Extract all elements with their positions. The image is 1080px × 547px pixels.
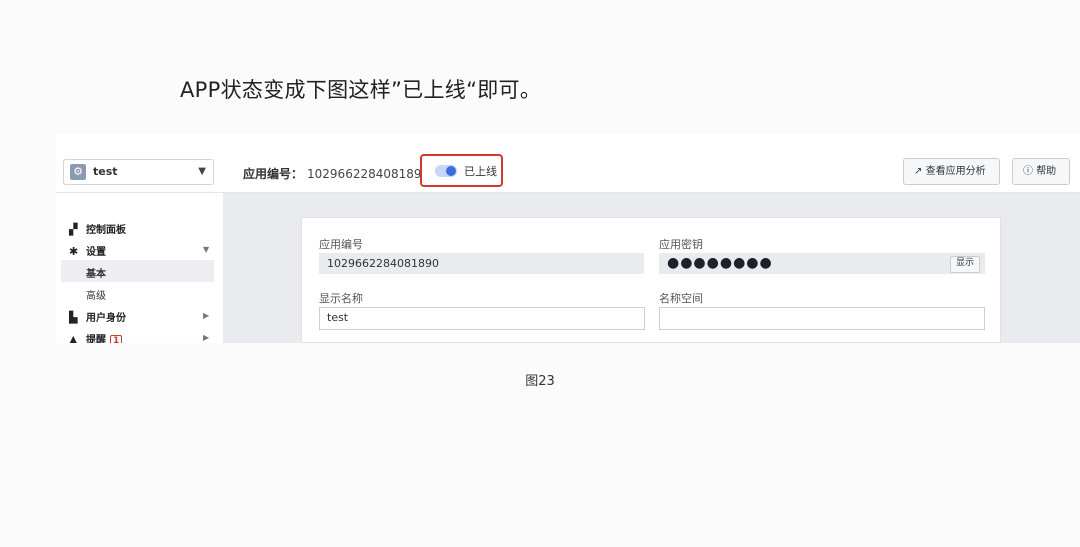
gear-icon: ✱ xyxy=(69,245,79,258)
sidebar-item-roles[interactable]: ▙ 用户身份 xyxy=(69,309,126,324)
app-secret-field-label: 应用密钥 xyxy=(659,238,703,251)
sidebar-item-alerts[interactable]: ▲ 提醒 1 xyxy=(69,331,123,343)
sidebar-item-label: 提醒 xyxy=(86,335,106,343)
chevron-right-icon: ▶ xyxy=(203,311,210,320)
app-selector[interactable]: ⚙ test ▼ xyxy=(63,159,214,185)
display-name-label: 显示名称 xyxy=(319,292,363,305)
trend-up-icon: ↗ xyxy=(914,166,923,177)
app-icon: ⚙ xyxy=(70,164,86,180)
bell-icon: ▲ xyxy=(69,333,78,343)
app-selector-name: test xyxy=(93,165,118,178)
instruction-heading: APP状态变成下图这样”已上线“即可。 xyxy=(180,78,542,102)
display-name-input[interactable]: test xyxy=(319,307,645,330)
app-id-label: 应用编号： xyxy=(243,167,304,181)
sidebar-item-label: 控制面板 xyxy=(86,225,126,236)
sidebar-item-settings[interactable]: ✱ 设置 xyxy=(69,243,106,258)
sidebar-item-advanced[interactable]: 高级 xyxy=(86,287,106,302)
help-label: 帮助 xyxy=(1036,166,1057,177)
status-highlight-box: 已上线 xyxy=(420,154,503,187)
chevron-right-icon: ▶ xyxy=(203,333,210,342)
namespace-input[interactable] xyxy=(659,307,985,330)
sidebar: ▞ 控制面板 ✱ 设置 ▼ 基本 高级 ▙ 用户身份 ▶ ▲ 提醒 1 ▶ xyxy=(56,193,223,343)
roles-icon: ▙ xyxy=(69,311,78,324)
help-button[interactable]: ⓘ 帮助 xyxy=(1012,158,1070,185)
sidebar-item-basic[interactable]: 基本 xyxy=(86,265,106,280)
app-id-display: 应用编号： 1029662284081890 xyxy=(243,165,429,182)
show-secret-button[interactable]: 显示 xyxy=(949,256,980,273)
view-analytics-label: 查看应用分析 xyxy=(925,166,986,177)
main-content: 应用编号 1029662284081890 应用密钥 ●●●●●●●● 显示 显… xyxy=(223,193,1080,343)
chevron-down-icon: ▼ xyxy=(198,166,206,177)
sidebar-item-dashboard[interactable]: ▞ 控制面板 xyxy=(69,221,126,236)
view-analytics-button[interactable]: ↗ 查看应用分析 xyxy=(903,158,1000,185)
toggle-knob xyxy=(446,166,456,176)
app-secret-field: ●●●●●●●● 显示 xyxy=(659,253,985,274)
app-secret-value: ●●●●●●●● xyxy=(667,255,773,271)
basic-settings-card: 应用编号 1029662284081890 应用密钥 ●●●●●●●● 显示 显… xyxy=(301,217,1001,343)
dashboard-icon: ▞ xyxy=(69,223,78,236)
app-id-field-label: 应用编号 xyxy=(319,238,363,251)
app-id-value: 1029662284081890 xyxy=(307,167,430,181)
app-id-field: 1029662284081890 xyxy=(319,253,644,274)
top-bar: ⚙ test ▼ 应用编号： 1029662284081890 已上线 ↗ 查看应… xyxy=(56,134,1080,193)
chevron-down-icon: ▼ xyxy=(203,245,210,254)
sidebar-item-label: 用户身份 xyxy=(86,313,126,324)
screenshot-figure: ⚙ test ▼ 应用编号： 1029662284081890 已上线 ↗ 查看应… xyxy=(56,134,1080,343)
sidebar-item-label: 设置 xyxy=(86,247,106,258)
sidebar-active-highlight xyxy=(61,260,214,282)
namespace-label: 名称空间 xyxy=(659,292,703,305)
live-status-label: 已上线 xyxy=(464,165,497,178)
question-circle-icon: ⓘ xyxy=(1023,166,1033,177)
alert-count-badge: 1 xyxy=(110,335,123,343)
live-toggle[interactable] xyxy=(435,165,457,177)
figure-caption: 图23 xyxy=(525,374,555,389)
